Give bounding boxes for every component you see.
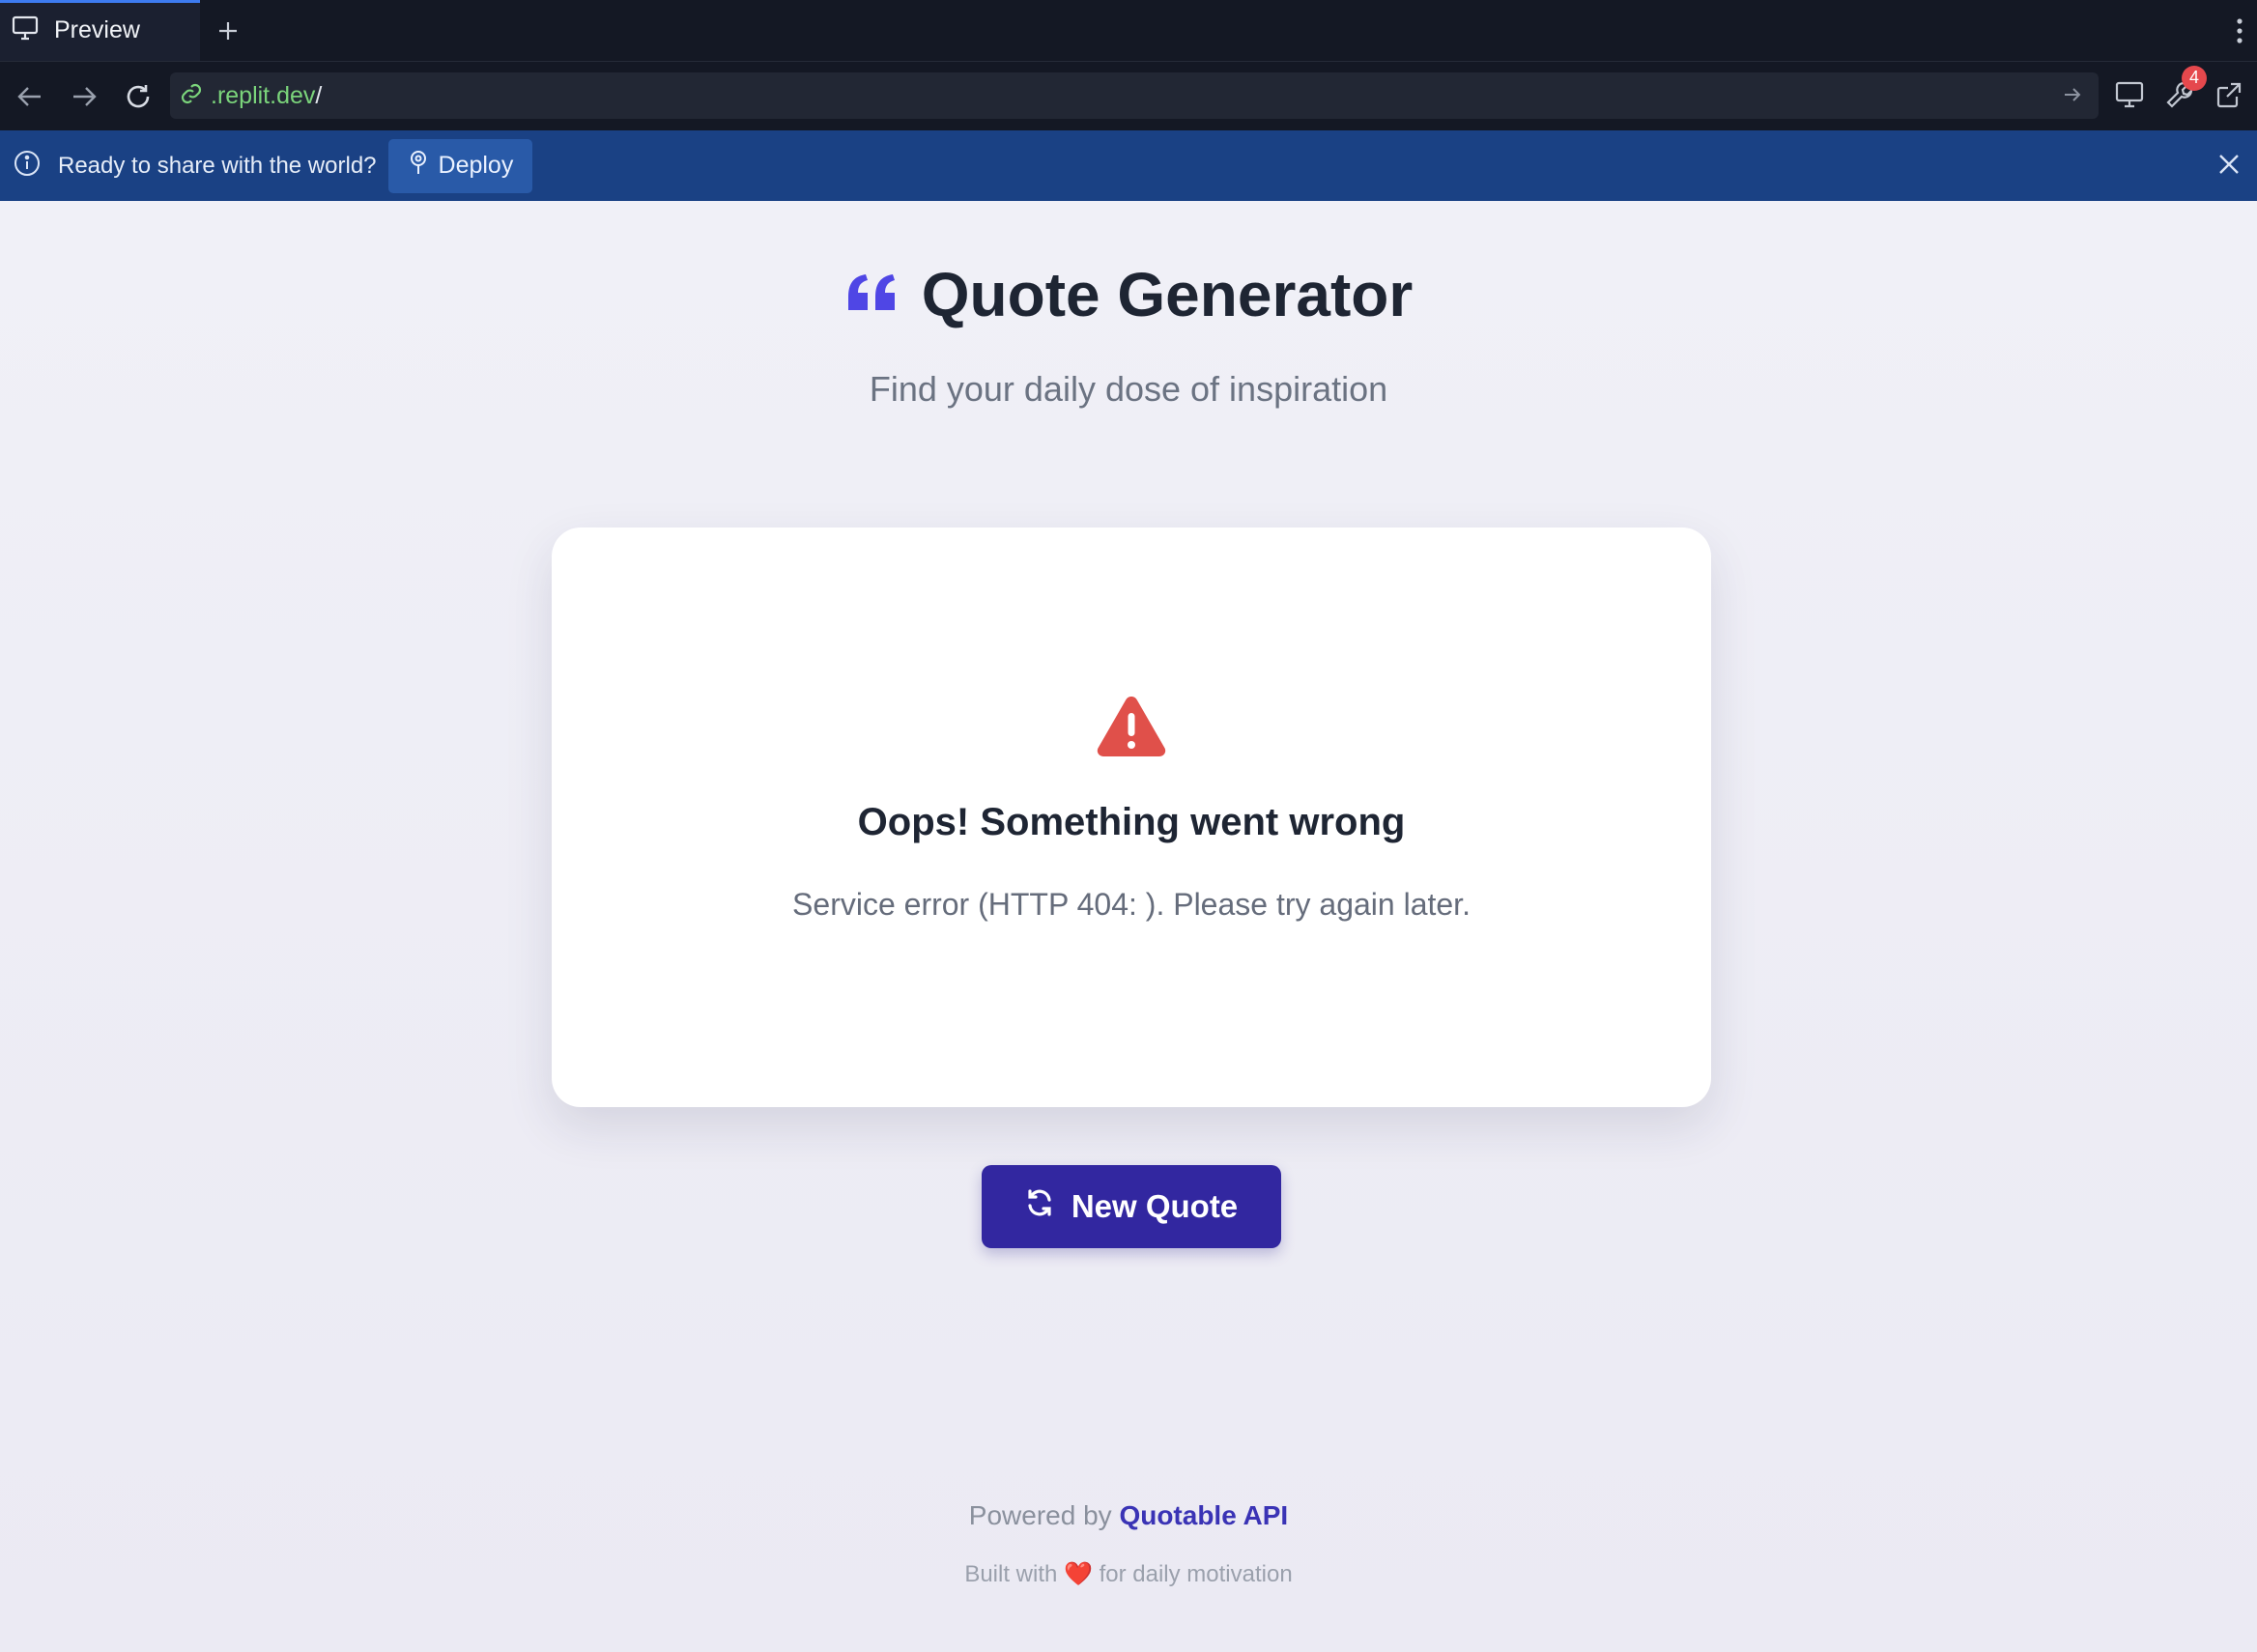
address-bar: .replit.dev/ 4 (0, 61, 2257, 130)
browser-tab-bar: Preview (0, 0, 2257, 61)
device-preview-icon[interactable] (2114, 80, 2145, 114)
app-page: Quote Generator Find your daily dose of … (0, 201, 2257, 1652)
tab-label: Preview (54, 16, 140, 43)
wrench-icon (2164, 81, 2195, 114)
monitor-icon (12, 15, 39, 45)
close-icon[interactable] (2216, 152, 2242, 182)
reload-button[interactable] (114, 72, 162, 121)
error-message: Service error (HTTP 404: ). Please try a… (792, 887, 1471, 922)
banner-message: Ready to share with the world? (58, 152, 377, 179)
error-title: Oops! Something went wrong (857, 801, 1406, 843)
devtools-button[interactable]: 4 (2164, 65, 2207, 115)
heart-icon: ❤️ (1064, 1561, 1093, 1587)
deploy-icon (408, 150, 429, 182)
page-title: Quote Generator (921, 260, 1414, 329)
notification-badge: 4 (2182, 65, 2207, 91)
new-quote-button[interactable]: New Quote (982, 1165, 1281, 1248)
built-with-line: Built with ❤️ for daily motivation (964, 1561, 1293, 1587)
warning-icon (1096, 694, 1167, 762)
info-icon (14, 150, 41, 182)
kebab-menu-icon[interactable] (2236, 17, 2243, 49)
deploy-label: Deploy (438, 152, 514, 179)
page-subtitle: Find your daily dose of inspiration (869, 369, 1388, 409)
powered-by-line: Powered by Quotable API (968, 1500, 1289, 1530)
footer: Powered by Quotable API Built with ❤️ fo… (0, 1500, 2257, 1588)
tab-preview[interactable]: Preview (0, 0, 200, 61)
go-arrow-icon[interactable] (2062, 84, 2083, 110)
url-text: .replit.dev/ (211, 81, 323, 109)
forward-button[interactable] (60, 72, 108, 121)
deploy-button[interactable]: Deploy (387, 138, 533, 193)
quote-left-icon (844, 271, 900, 319)
deploy-banner: Ready to share with the world? Deploy (0, 130, 2257, 201)
quotable-api-link[interactable]: Quotable API (1119, 1500, 1288, 1530)
back-button[interactable] (6, 72, 54, 121)
chrome-right-actions: 4 (2114, 65, 2257, 124)
refresh-icon (1025, 1188, 1054, 1225)
new-tab-button[interactable] (217, 20, 239, 42)
app-header: Quote Generator Find your daily dose of … (0, 259, 2257, 410)
title-row: Quote Generator (0, 259, 2257, 330)
link-icon (180, 82, 203, 110)
quote-card: Oops! Something went wrong Service error… (552, 527, 1711, 1107)
url-field[interactable]: .replit.dev/ (170, 72, 2099, 119)
new-quote-label: New Quote (1071, 1188, 1239, 1224)
open-external-icon[interactable] (2214, 80, 2243, 114)
